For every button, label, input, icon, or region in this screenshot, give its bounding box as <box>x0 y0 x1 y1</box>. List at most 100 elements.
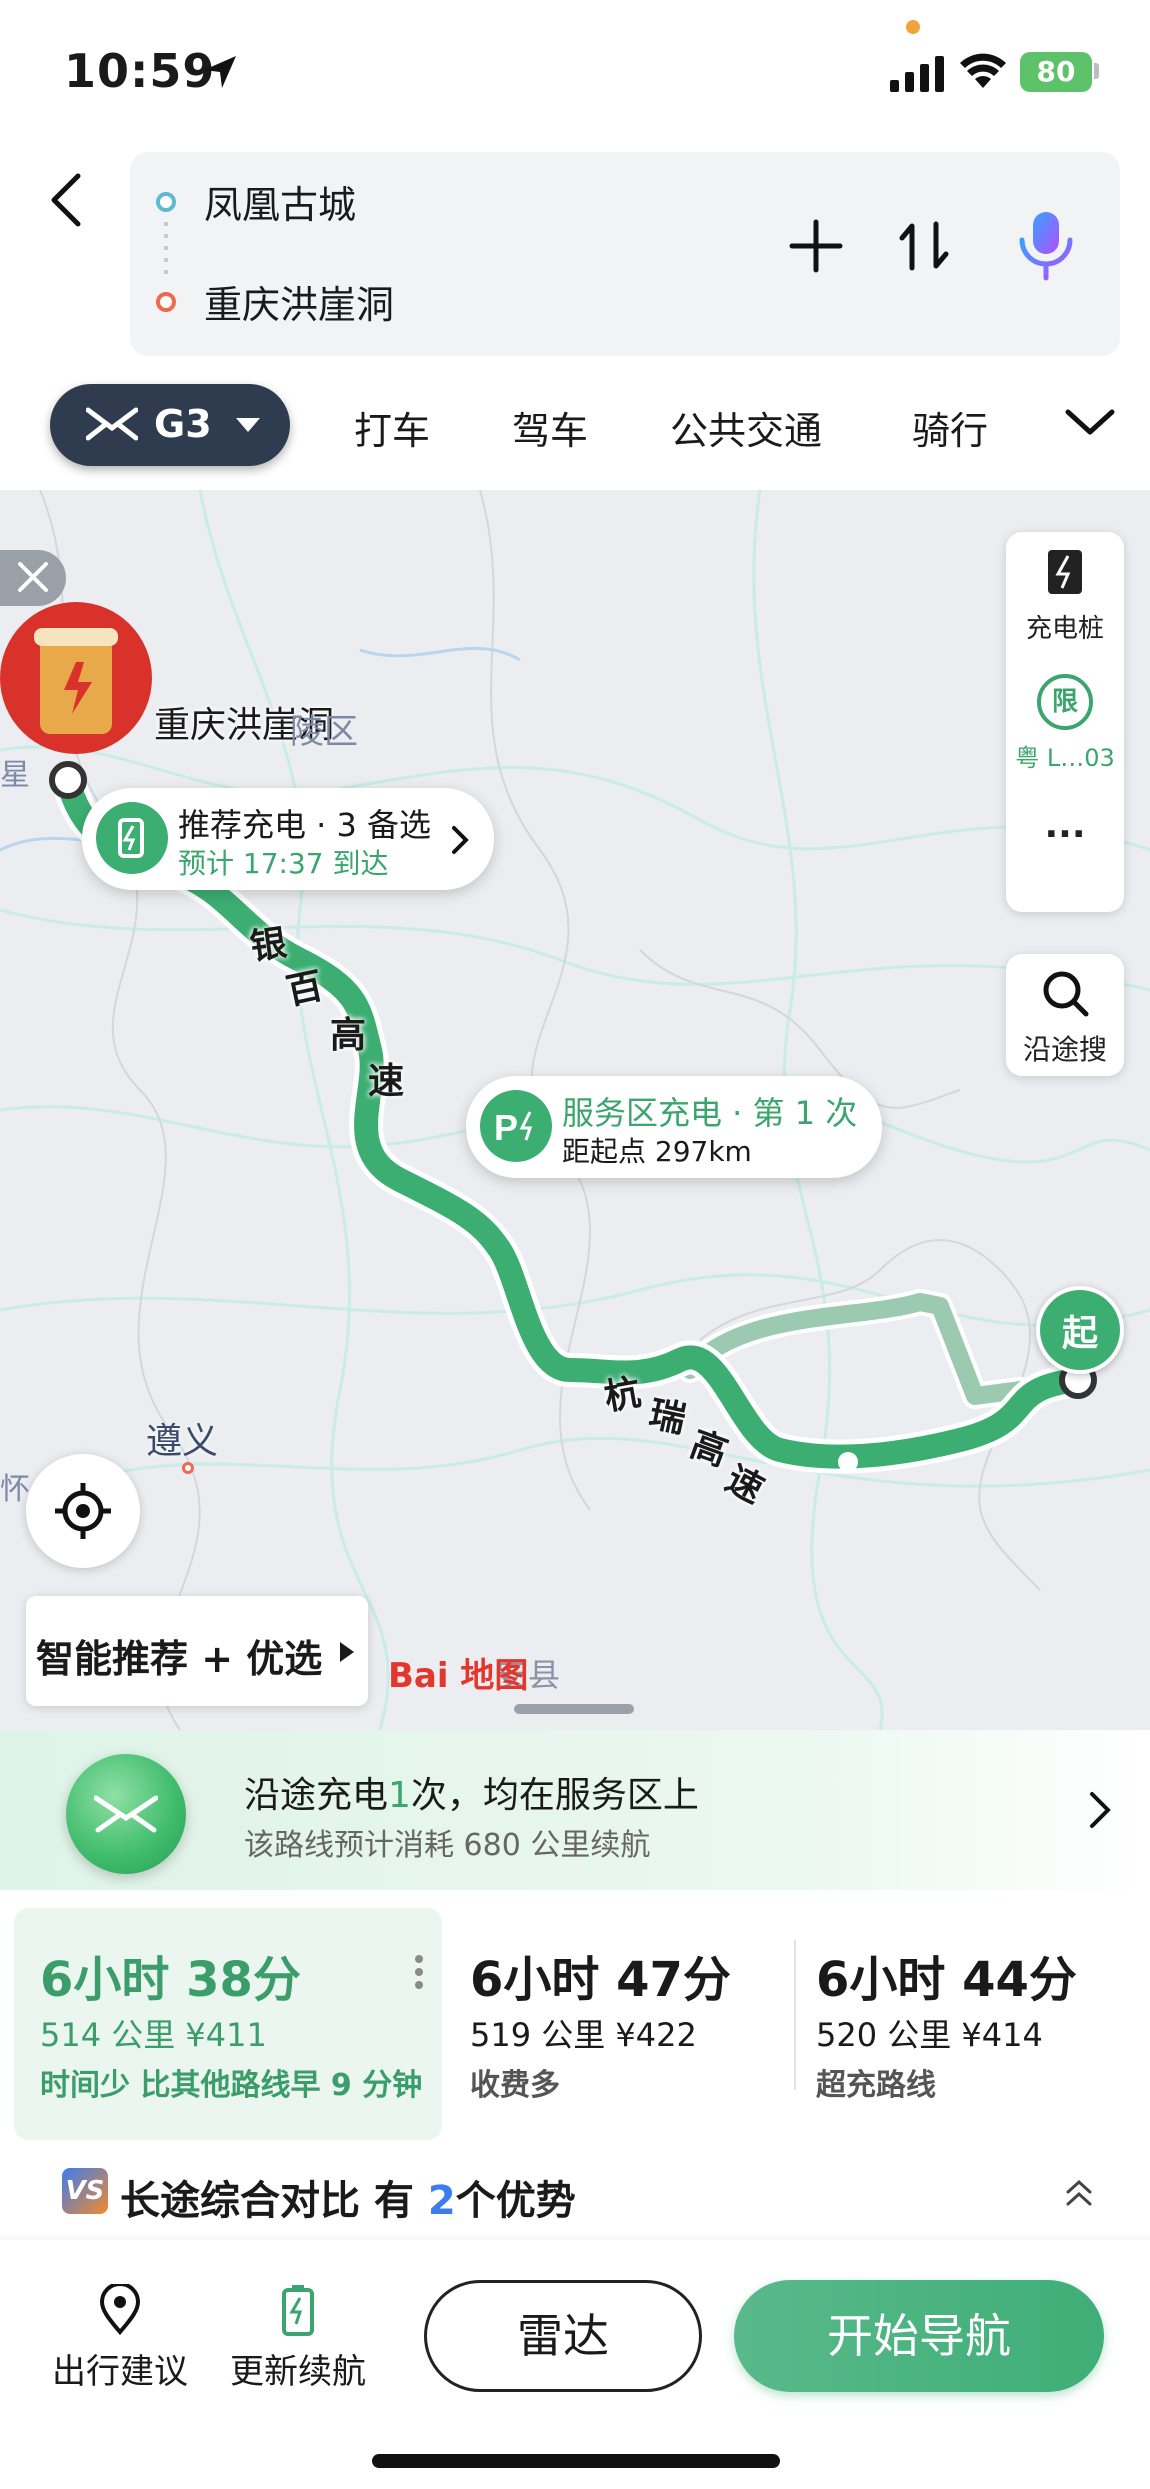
comparison-title: 长途综合对比 有 2个优势 <box>120 2178 576 2224</box>
long-trip-comparison[interactable]: VS 长途综合对比 有 2个优势 <box>0 2150 1150 2240</box>
tab-drive[interactable]: 驾车 <box>512 400 588 455</box>
location-arrow-icon <box>204 56 236 88</box>
close-icon <box>18 562 48 592</box>
charging-summary-banner[interactable]: 沿途充电1次，均在服务区上 该路线预计消耗 680 公里续航 <box>0 1730 1150 1890</box>
chevron-right-icon <box>1090 1792 1111 1828</box>
locate-me-button[interactable] <box>26 1454 140 1568</box>
plate-restriction-button[interactable]: 限 粤 L…03 <box>1006 662 1124 782</box>
map-city-label: 遵义 <box>146 1421 219 1462</box>
close-promo-button[interactable] <box>0 550 66 606</box>
travel-mode-tabs: G3 打车 驾车 公共交通 骑行 <box>0 380 1150 490</box>
travel-advice-button[interactable]: 出行建议 <box>40 2284 200 2393</box>
waypoint-dot <box>838 1452 858 1472</box>
charge-count: 1 <box>388 1775 411 1816</box>
xpeng-logo-icon <box>86 407 138 441</box>
charging-pile-button[interactable]: 充电桩 <box>1006 532 1124 652</box>
clock: 10:59 <box>64 44 216 98</box>
parking-charging-icon: P <box>480 1090 552 1162</box>
charging-station-icon <box>96 802 168 874</box>
service-title: 服务区充电 · 第 1 次 <box>562 1094 858 1132</box>
search-icon <box>1043 971 1089 1017</box>
destination-dot-icon <box>156 292 176 312</box>
advantage-count: 2 <box>427 2178 456 2224</box>
route-option-selected[interactable]: 6小时 38分 514 公里 ¥411 时间少 比其他路线早 9 分钟 <box>14 1908 442 2140</box>
destination-field[interactable]: 重庆洪崖洞 <box>204 274 394 329</box>
service-distance: 距起点 297km <box>562 1135 752 1168</box>
microphone-icon[interactable] <box>1016 210 1076 282</box>
service-area-charging-bubble[interactable]: P 服务区充电 · 第 1 次 距起点 297km <box>466 1076 882 1178</box>
status-bar: 10:59 80 <box>0 0 1150 140</box>
route-options: 6小时 38分 514 公里 ¥411 时间少 比其他路线早 9 分钟 6小时 … <box>0 1890 1150 2150</box>
route-tag: 收费多 <box>470 2068 560 2103</box>
tab-taxi[interactable]: 打车 <box>354 400 430 455</box>
route-tag: 时间少 比其他路线早 9 分钟 <box>40 2068 423 2103</box>
home-indicator <box>372 2454 780 2468</box>
baidu-logo-text: Bai 地图 <box>388 1656 529 1696</box>
map-edge-label-top: 星 <box>0 758 30 793</box>
chevron-right-icon <box>452 826 469 854</box>
route-connector <box>164 222 168 282</box>
restriction-badge-icon: 限 <box>1037 674 1093 730</box>
vs-badge-icon: VS <box>62 2168 108 2214</box>
city-dot <box>182 1462 194 1474</box>
route-duration: 6小时 47分 <box>470 1952 731 2008</box>
map-tools-panel: 充电桩 限 粤 L…03 ··· <box>1006 532 1124 912</box>
add-stop-icon[interactable] <box>786 216 846 276</box>
route-distance-cost: 514 公里 ¥411 <box>40 2016 267 2054</box>
end-point <box>49 761 87 799</box>
charging-pile-label: 充电桩 <box>1025 614 1104 644</box>
xpeng-brand-icon <box>66 1754 186 1874</box>
map-district-label: 陵区 <box>290 712 358 752</box>
charging-pile-icon <box>1048 550 1082 594</box>
kebab-menu-icon[interactable] <box>414 1954 424 1990</box>
road-label-char: 银 <box>247 922 290 969</box>
vehicle-selector[interactable]: G3 <box>50 384 290 466</box>
battery-charge-icon <box>282 2285 314 2336</box>
charging-summary-title: 沿途充电1次，均在服务区上 <box>244 1775 699 1816</box>
route-distance-cost: 519 公里 ¥422 <box>470 2016 697 2054</box>
coffee-cup-icon <box>34 628 118 734</box>
origin-dot-icon <box>156 192 176 212</box>
caret-down-icon <box>236 418 260 432</box>
route-input-box: 凤凰古城 重庆洪崖洞 <box>130 152 1120 356</box>
drag-handle[interactable] <box>514 1704 634 1714</box>
route-option[interactable]: 6小时 44分 520 公里 ¥414 超充路线 <box>790 1908 1150 2140</box>
map-edge-label: 怀 <box>0 1472 30 1507</box>
swap-route-icon[interactable] <box>896 216 952 276</box>
vehicle-label: G3 <box>154 402 212 446</box>
range-consumption-note: 该路线预计消耗 680 公里续航 <box>244 1828 651 1863</box>
battery-indicator: 80 <box>1020 52 1092 92</box>
baidu-map-logo: Bai 地图 <box>388 1648 528 1697</box>
origin-field[interactable]: 凤凰古城 <box>204 174 356 229</box>
road-label-char: 速 <box>368 1061 405 1102</box>
route-map[interactable]: 重庆洪崖洞 陵区 怀 星 遵义 安县 银 百 高 速 杭 瑞 高 速 推荐充电 … <box>0 490 1150 1730</box>
location-pin-icon <box>99 2284 141 2336</box>
bottom-action-bar: 出行建议 更新续航 雷达 开始导航 <box>0 2240 1150 2489</box>
start-marker: 起 <box>1036 1286 1124 1374</box>
chevron-down-icon[interactable] <box>1064 406 1116 438</box>
wifi-icon <box>960 53 1006 88</box>
svg-text:P: P <box>494 1107 518 1148</box>
tab-cycling[interactable]: 骑行 <box>912 400 988 455</box>
recommend-title: 推荐充电 · 3 备选 <box>178 806 432 844</box>
road-label-char: 高 <box>330 1015 367 1056</box>
smart-recommend-button[interactable]: 智能推荐 + 优选 <box>26 1596 368 1706</box>
more-tools-button[interactable]: ··· <box>1006 814 1124 855</box>
search-along-route-button[interactable]: 沿途搜 <box>1006 954 1124 1076</box>
promo-coffee-badge[interactable] <box>0 602 152 754</box>
update-range-button[interactable]: 更新续航 <box>218 2284 378 2393</box>
route-distance-cost: 520 公里 ¥414 <box>816 2016 1043 2054</box>
chevron-up-double-icon[interactable] <box>1064 2178 1094 2208</box>
radar-button[interactable]: 雷达 <box>424 2280 702 2392</box>
update-range-label: 更新续航 <box>230 2352 366 2392</box>
back-arrow-icon[interactable] <box>44 170 88 230</box>
tab-transit[interactable]: 公共交通 <box>670 400 822 455</box>
smart-recommend-label: 智能推荐 + 优选 <box>36 1637 323 1681</box>
play-triangle-icon <box>340 1642 354 1662</box>
route-option[interactable]: 6小时 47分 519 公里 ¥422 收费多 <box>444 1908 788 2140</box>
recommended-charging-bubble[interactable]: 推荐充电 · 3 备选 预计 17:37 到达 <box>82 788 494 890</box>
battery-nub <box>1094 63 1099 79</box>
recommend-eta: 预计 17:37 到达 <box>178 847 389 880</box>
start-navigation-button[interactable]: 开始导航 <box>734 2280 1104 2392</box>
locate-crosshair-icon <box>55 1483 111 1539</box>
